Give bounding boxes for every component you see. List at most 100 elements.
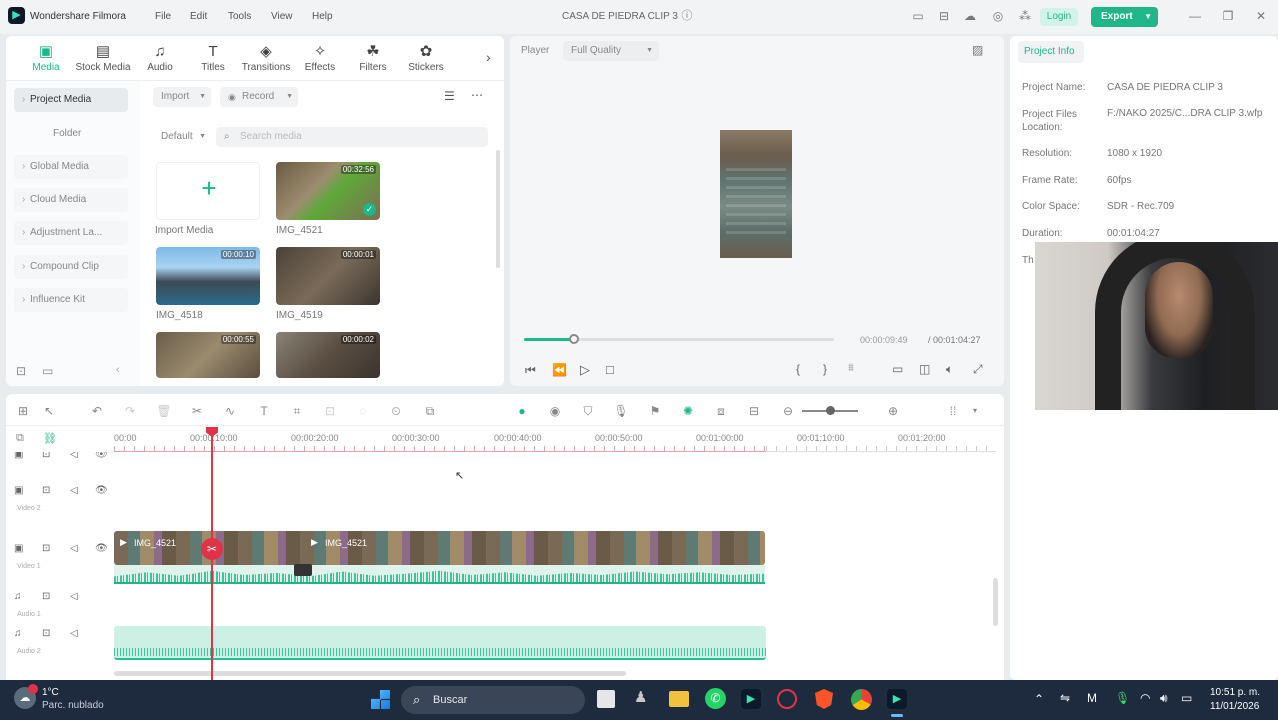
- tab-stickers[interactable]: ✿ Stickers: [396, 42, 456, 73]
- filmora-active-icon[interactable]: ▶: [887, 689, 907, 709]
- caption-icon[interactable]: ⊟: [746, 403, 762, 419]
- lock-icon[interactable]: ⊡: [42, 628, 50, 639]
- scissors-icon[interactable]: ✂: [201, 538, 223, 560]
- marker-tool-icon[interactable]: ⚑: [647, 403, 663, 419]
- mute-icon[interactable]: ◁: [70, 543, 78, 554]
- playback-track[interactable]: [524, 334, 834, 344]
- save-icon[interactable]: ⊟: [937, 9, 951, 23]
- layout-icon[interactable]: ⊞: [15, 403, 31, 419]
- lock-icon[interactable]: ⊡: [42, 543, 50, 554]
- record-dropdown[interactable]: ◉ Record ▼: [220, 87, 298, 107]
- zoom-in-icon[interactable]: ⊕: [885, 403, 901, 419]
- sidebar-item-folder[interactable]: Folder: [53, 128, 81, 139]
- filter-icon[interactable]: ☰: [444, 89, 455, 103]
- media-thumb-img4518[interactable]: 00:00:10: [156, 247, 260, 305]
- chevron-down-icon[interactable]: ▾: [967, 403, 983, 419]
- crop-icon[interactable]: ⌗: [289, 403, 305, 419]
- media-scrollbar[interactable]: [496, 150, 500, 268]
- sidebar-item-adjustment-layer[interactable]: Adjustment La...: [14, 221, 128, 245]
- sidebar-item-global-media[interactable]: Global Media: [14, 155, 128, 179]
- zoom-out-icon[interactable]: ⊖: [780, 403, 796, 419]
- sidebar-item-cloud-media[interactable]: Cloud Media: [14, 188, 128, 212]
- tab-effects[interactable]: ✧ Effects: [290, 42, 350, 73]
- tab-titles[interactable]: T Titles: [183, 42, 243, 73]
- mark-out-icon[interactable]: }: [823, 362, 827, 376]
- lock-icon[interactable]: ⊡: [42, 485, 50, 496]
- sort-dropdown[interactable]: Default ▼: [153, 127, 211, 147]
- filmora-taskbar-icon[interactable]: ▶: [741, 689, 761, 709]
- tab-audio[interactable]: ♫ Audio: [130, 42, 190, 73]
- lock-icon[interactable]: ⊡: [42, 591, 50, 602]
- mute-icon[interactable]: ◁: [70, 452, 78, 460]
- stop-icon[interactable]: □: [606, 362, 614, 377]
- delete-icon[interactable]: 🗑︎: [156, 403, 172, 419]
- timeline-h-scrollbar[interactable]: [114, 671, 626, 676]
- volume-icon[interactable]: 🔈︎: [946, 362, 953, 377]
- marker-icon[interactable]: ⩩: [848, 362, 854, 375]
- grid-icon[interactable]: ⁞⁞: [945, 403, 961, 419]
- tab-project-info[interactable]: Project Info: [1018, 41, 1084, 63]
- wifi-icon[interactable]: ◠: [1140, 691, 1150, 705]
- undo-icon[interactable]: ↶: [89, 403, 105, 419]
- sidebar-item-project-media[interactable]: Project Media: [14, 88, 128, 112]
- speed-icon[interactable]: ⏲: [388, 403, 404, 419]
- prev-frame-icon[interactable]: ⏮: [525, 363, 536, 378]
- playback-handle[interactable]: [568, 334, 579, 344]
- zoom-slider[interactable]: [802, 406, 858, 415]
- render-icon[interactable]: ●: [514, 403, 530, 419]
- tab-stock-media[interactable]: ▤ Stock Media: [73, 42, 133, 73]
- menu-tools[interactable]: Tools: [228, 11, 251, 22]
- zoom-handle[interactable]: [826, 406, 835, 415]
- color-icon[interactable]: ◌: [355, 403, 371, 419]
- menu-help[interactable]: Help: [312, 11, 333, 22]
- monitor-icon[interactable]: ▭: [911, 9, 925, 23]
- link-icon[interactable]: ⛓: [43, 432, 57, 445]
- quality-dropdown[interactable]: Full Quality ▼: [563, 41, 659, 61]
- media-thumb-img4521[interactable]: 00:32:56 ✓: [276, 162, 380, 220]
- search-media-input[interactable]: ⌕ Search media: [216, 127, 488, 147]
- new-folder-icon[interactable]: ⊡: [16, 364, 26, 378]
- media-thumb-img4519[interactable]: 00:00:01: [276, 247, 380, 305]
- restore-icon[interactable]: ❐: [1221, 9, 1235, 23]
- chevron-up-icon[interactable]: ⌃: [1034, 692, 1044, 706]
- login-button[interactable]: Login: [1040, 8, 1078, 26]
- eye-icon[interactable]: 👁︎: [95, 452, 108, 460]
- mute-icon[interactable]: ◁: [70, 591, 78, 602]
- tray-icon-m[interactable]: M: [1087, 691, 1097, 705]
- more-tools-icon[interactable]: ⧉: [422, 403, 438, 419]
- display-icon[interactable]: ▭: [892, 362, 903, 376]
- pip-icon[interactable]: ⧈: [713, 403, 729, 419]
- battery-icon[interactable]: ▭: [1181, 691, 1192, 705]
- chrome-icon[interactable]: [851, 689, 872, 710]
- tab-transitions[interactable]: ◈ Transitions: [236, 42, 296, 73]
- clock-time[interactable]: 10:51 p. m.: [1210, 687, 1260, 698]
- taskbar-search[interactable]: ⌕ Buscar: [401, 686, 585, 714]
- play-icon[interactable]: ▷: [580, 362, 590, 378]
- tab-media[interactable]: ▣ Media: [16, 42, 76, 73]
- more-icon[interactable]: ⋯: [471, 88, 483, 102]
- fullscreen-icon[interactable]: ⤢: [973, 362, 983, 377]
- mic-icon[interactable]: 🎙︎: [613, 403, 629, 419]
- eye-icon[interactable]: 👁︎: [95, 543, 108, 554]
- menu-edit[interactable]: Edit: [190, 11, 207, 22]
- audio-edit-icon[interactable]: ∿: [222, 403, 238, 419]
- file-explorer-icon[interactable]: [669, 691, 689, 707]
- lock-icon[interactable]: ⊡: [42, 452, 50, 460]
- support-icon[interactable]: ◎: [991, 9, 1005, 23]
- media-thumb[interactable]: 00:00:55: [156, 332, 260, 378]
- ai-icon[interactable]: ✺: [680, 403, 696, 419]
- minimize-icon[interactable]: —: [1188, 9, 1202, 23]
- import-media-tile[interactable]: +: [156, 162, 260, 220]
- microphone-icon[interactable]: 🎙︎: [1115, 691, 1130, 705]
- chevron-right-icon[interactable]: ›: [486, 49, 491, 65]
- import-dropdown[interactable]: Import ▼: [153, 87, 211, 107]
- cut-icon[interactable]: ✂: [189, 403, 205, 419]
- tab-filters[interactable]: ☘ Filters: [343, 42, 403, 73]
- app-red-icon[interactable]: [777, 689, 797, 709]
- text-tool-icon[interactable]: T: [256, 403, 272, 419]
- transform-icon[interactable]: ⊡: [322, 403, 338, 419]
- whatsapp-icon[interactable]: ✆: [705, 688, 726, 709]
- export-button[interactable]: Export ▼: [1091, 7, 1158, 27]
- sidebar-item-influence-kit[interactable]: Influence Kit: [14, 288, 128, 312]
- collapse-icon[interactable]: ‹: [116, 364, 120, 376]
